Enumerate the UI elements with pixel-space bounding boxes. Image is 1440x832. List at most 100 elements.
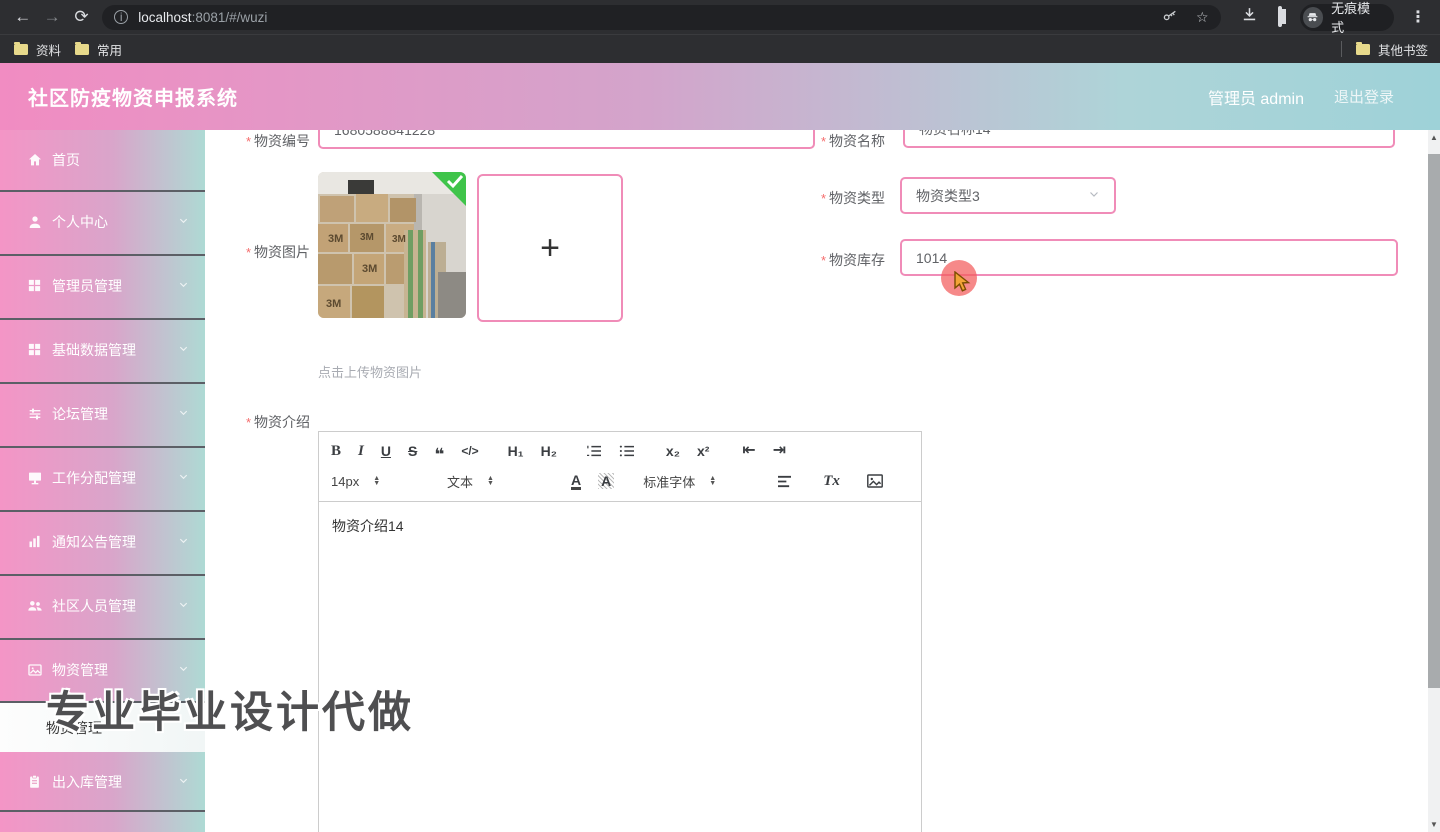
strikethrough-icon[interactable]: S <box>408 444 417 458</box>
grid-icon <box>27 342 43 358</box>
chart-icon <box>27 534 43 550</box>
app-header: 社区防疫物资申报系统 管理员 admin 退出登录 <box>0 63 1440 130</box>
paragraph-select[interactable]: 文本 ▲ ▼ <box>447 472 545 491</box>
sidebar-item-forum-mgmt[interactable]: 论坛管理 <box>0 384 205 444</box>
password-key-icon[interactable] <box>1162 8 1178 27</box>
plus-icon: + <box>540 229 560 267</box>
bookmark-label: 资料 <box>36 43 62 58</box>
image-icon <box>27 662 43 678</box>
uploaded-material-photo[interactable]: 3M 3M 3M 3M 3M <box>318 172 466 318</box>
users-icon <box>27 598 43 614</box>
bullet-list-icon[interactable] <box>619 444 635 458</box>
sidebar-item-admin-mgmt[interactable]: 管理员管理 <box>0 256 205 316</box>
chevron-down-icon <box>178 773 189 791</box>
font-family-select[interactable]: 标准字体 ▲ ▼ <box>643 472 753 491</box>
rich-text-editor: B I U S ❝ </> H₁ H₂ x₂ x² ⇤ ⇥ 14px ▲ ▼ 文… <box>318 431 922 832</box>
scroll-down-icon[interactable]: ▼ <box>1428 820 1440 829</box>
user-icon <box>27 214 43 230</box>
chevron-down-icon <box>178 341 189 359</box>
incognito-badge[interactable]: 无痕模式 <box>1299 1 1395 35</box>
reload-icon[interactable]: ⟳ <box>67 7 96 27</box>
chevron-down-icon <box>178 277 189 295</box>
split-screen-icon[interactable] <box>1277 6 1282 27</box>
blockquote-icon[interactable]: ❝ <box>434 446 444 463</box>
url-path: :8081/#/wuzi <box>191 9 268 25</box>
sidebar-item-label: 出入库管理 <box>52 774 122 790</box>
sidebar-item-notice-mgmt[interactable]: 通知公告管理 <box>0 512 205 572</box>
sidebar-item-profile[interactable]: 个人中心 <box>0 192 205 252</box>
browser-menu-icon[interactable]: ⋮ <box>1410 7 1426 27</box>
bookmark-folder-changyong[interactable]: 常用 <box>75 40 122 59</box>
sidebar-item-community-people-mgmt[interactable]: 社区人员管理 <box>0 576 205 636</box>
type-select-value: 物资类型3 <box>916 187 980 204</box>
other-bookmarks[interactable]: 其他书签 <box>1355 40 1428 59</box>
bold-icon[interactable]: B <box>331 443 341 459</box>
chevron-down-icon <box>178 213 189 231</box>
outdent-icon[interactable]: ⇤ <box>742 443 755 459</box>
back-icon[interactable]: ← <box>8 7 37 27</box>
monitor-icon <box>27 470 43 486</box>
browser-toolbar: ← → ⟳ i localhost:8081/#/wuzi ☆ 无痕模式 ⋮ <box>0 0 1440 35</box>
field-label-intro: * 物资介绍 <box>245 414 310 430</box>
header1-icon[interactable]: H₁ <box>508 444 524 458</box>
chevron-down-icon <box>178 661 189 679</box>
italic-icon[interactable]: I <box>358 443 364 459</box>
indent-icon[interactable]: ⇥ <box>773 443 786 459</box>
sidebar-item-home[interactable]: 首页 <box>0 130 205 190</box>
upload-image-button[interactable]: + <box>477 174 623 322</box>
subscript-icon[interactable]: x₂ <box>666 444 680 458</box>
field-label-code: * 物资编号 <box>245 133 310 149</box>
site-info-icon[interactable]: i <box>114 10 129 24</box>
header2-icon[interactable]: H₂ <box>541 444 557 458</box>
sidebar-item-label: 首页 <box>52 152 80 168</box>
font-size-select[interactable]: 14px ▲ ▼ <box>331 474 417 489</box>
logout-link[interactable]: 退出登录 <box>1334 86 1394 107</box>
name-input[interactable] <box>903 130 1395 148</box>
upload-hint[interactable]: 点击上传物资图片 <box>318 362 422 381</box>
bookmark-star-icon[interactable]: ☆ <box>1196 9 1209 26</box>
mouse-cursor-icon <box>952 270 974 300</box>
text-color-icon[interactable]: A <box>571 473 582 490</box>
clear-format-icon[interactable]: Tx <box>823 473 840 489</box>
code-input[interactable] <box>318 130 815 149</box>
sidebar-item-label: 论坛管理 <box>52 406 108 422</box>
bookmark-folder-ziliao[interactable]: 资料 <box>14 40 61 59</box>
chevron-down-icon <box>178 405 189 423</box>
sidebar-item-label: 个人中心 <box>52 214 108 230</box>
select-chevron-icon <box>1088 188 1100 203</box>
highlight-color-icon[interactable]: A <box>598 473 615 489</box>
clipboard-icon <box>27 774 43 790</box>
sidebar-item-inout-warehouse-mgmt[interactable]: 出入库管理 <box>0 752 205 812</box>
sidebar-item-label: 物资管理 <box>52 662 108 678</box>
folder-icon <box>1355 41 1370 55</box>
editor-content[interactable]: 物资介绍14 <box>319 502 921 550</box>
app-title: 社区防疫物资申报系统 <box>28 88 238 110</box>
sidebar-item-label: 管理员管理 <box>52 278 122 294</box>
bookmarks-divider <box>1340 41 1342 57</box>
insert-image-icon[interactable] <box>867 474 883 488</box>
bookmark-label: 常用 <box>97 43 123 58</box>
scrollbar-thumb[interactable] <box>1428 154 1440 688</box>
align-icon[interactable] <box>777 475 792 488</box>
sliders-icon <box>27 406 43 422</box>
forward-icon[interactable]: → <box>37 7 66 27</box>
svg-text:3M: 3M <box>362 263 377 275</box>
chevron-down-icon <box>178 469 189 487</box>
code-icon[interactable]: </> <box>461 445 478 457</box>
underline-icon[interactable]: U <box>381 444 391 458</box>
sidebar-item-basedata-mgmt[interactable]: 基础数据管理 <box>0 320 205 380</box>
svg-text:3M: 3M <box>360 232 374 243</box>
url-text: localhost:8081/#/wuzi <box>138 10 267 25</box>
page-scrollbar[interactable]: ▲ ▼ <box>1428 130 1440 832</box>
other-bookmarks-label: 其他书签 <box>1377 43 1428 58</box>
type-select[interactable]: 物资类型3 <box>900 177 1116 214</box>
ordered-list-icon[interactable] <box>586 444 602 458</box>
downloads-icon[interactable] <box>1241 6 1258 28</box>
sidebar-item-work-assign-mgmt[interactable]: 工作分配管理 <box>0 448 205 508</box>
updown-icon: ▲ ▼ <box>487 475 494 487</box>
superscript-icon[interactable]: x² <box>697 444 709 458</box>
field-label-stock: * 物资库存 <box>820 252 885 268</box>
scroll-up-icon[interactable]: ▲ <box>1428 133 1440 142</box>
address-bar[interactable]: i localhost:8081/#/wuzi ☆ <box>102 4 1221 30</box>
url-host: localhost <box>138 9 192 25</box>
